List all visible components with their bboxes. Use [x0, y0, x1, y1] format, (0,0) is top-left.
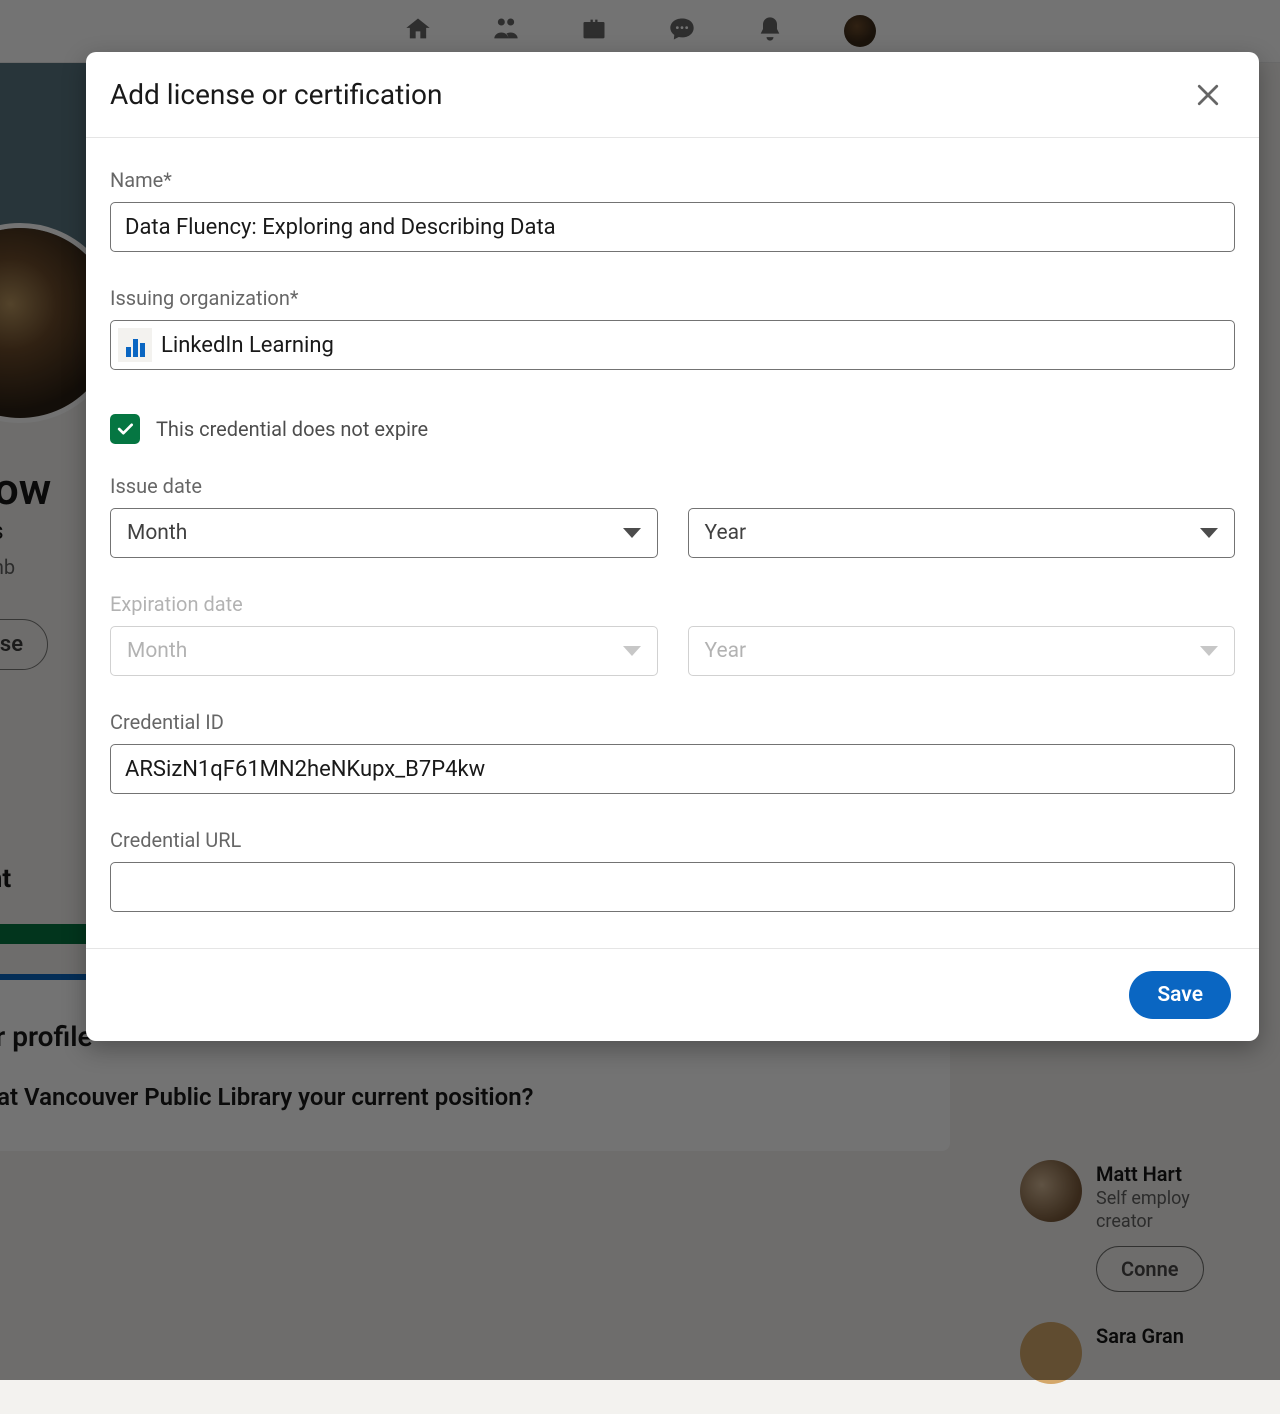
org-label: Issuing organization*	[110, 286, 1235, 310]
credential-id-input[interactable]	[110, 744, 1235, 794]
close-icon[interactable]	[1193, 80, 1223, 110]
modal-title: Add license or certification	[110, 78, 442, 111]
no-expire-checkbox[interactable]	[110, 414, 140, 444]
credential-id-label: Credential ID	[110, 710, 1235, 734]
chevron-down-icon	[1200, 646, 1218, 656]
issue-month-select[interactable]: Month	[110, 508, 658, 558]
name-label: Name*	[110, 168, 1235, 192]
save-button[interactable]: Save	[1129, 971, 1231, 1019]
no-expire-label: This credential does not expire	[156, 417, 428, 441]
credential-url-input[interactable]	[110, 862, 1235, 912]
name-input[interactable]	[110, 202, 1235, 252]
add-certification-modal: Add license or certification Name* Issui…	[86, 52, 1259, 1041]
issue-year-select[interactable]: Year	[688, 508, 1236, 558]
expire-year-select: Year	[688, 626, 1236, 676]
chevron-down-icon	[623, 646, 641, 656]
expire-date-label: Expiration date	[110, 592, 1235, 616]
chevron-down-icon	[1200, 528, 1218, 538]
expire-month-select: Month	[110, 626, 658, 676]
credential-url-label: Credential URL	[110, 828, 1235, 852]
org-logo-icon	[118, 328, 152, 362]
chevron-down-icon	[623, 528, 641, 538]
issue-date-label: Issue date	[110, 474, 1235, 498]
org-input[interactable]	[110, 320, 1235, 370]
